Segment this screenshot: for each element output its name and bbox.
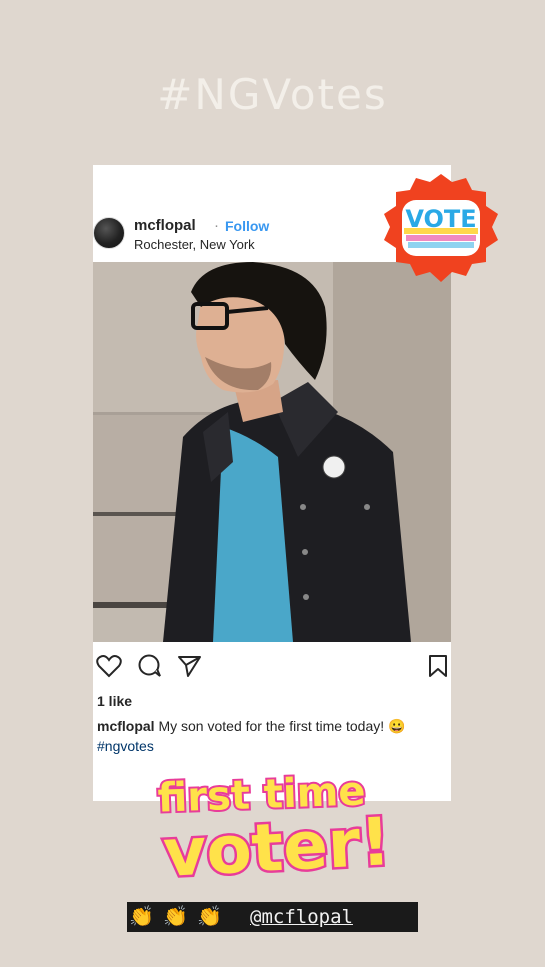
- post-actions: [93, 654, 451, 682]
- bookmark-icon[interactable]: [427, 654, 449, 683]
- post-username[interactable]: mcflopal: [134, 217, 196, 234]
- heart-icon[interactable]: [96, 654, 122, 683]
- first-time-voter-sticker[interactable]: first time voter!: [0, 766, 545, 895]
- post-photo: [93, 262, 451, 642]
- caption-username[interactable]: mcflopal: [97, 718, 155, 734]
- clap-emoji: 👏: [129, 906, 154, 928]
- vote-sticker-text: VOTE: [405, 205, 476, 233]
- avatar[interactable]: [93, 217, 125, 249]
- post-caption: mcflopal My son voted for the first time…: [97, 716, 417, 756]
- post-location[interactable]: Rochester, New York: [134, 237, 255, 252]
- mention-tag[interactable]: @mcflopal: [250, 902, 353, 932]
- separator-dot: ·: [214, 217, 219, 234]
- caption-text: My son voted for the first time today! 😀: [154, 718, 406, 734]
- clap-emoji: 👏: [197, 906, 222, 928]
- follow-button[interactable]: Follow: [225, 218, 269, 234]
- story-hashtag-title: #NGVotes: [157, 70, 388, 119]
- vote-sticker[interactable]: VOTE: [380, 172, 502, 293]
- likes-count[interactable]: 1 like: [97, 693, 132, 709]
- share-icon[interactable]: [177, 654, 203, 683]
- clap-emoji: 👏: [163, 906, 188, 928]
- sticker-line-2: voter!: [161, 803, 392, 890]
- caption-hashtag[interactable]: #ngvotes: [97, 738, 154, 754]
- comment-icon[interactable]: [137, 654, 163, 683]
